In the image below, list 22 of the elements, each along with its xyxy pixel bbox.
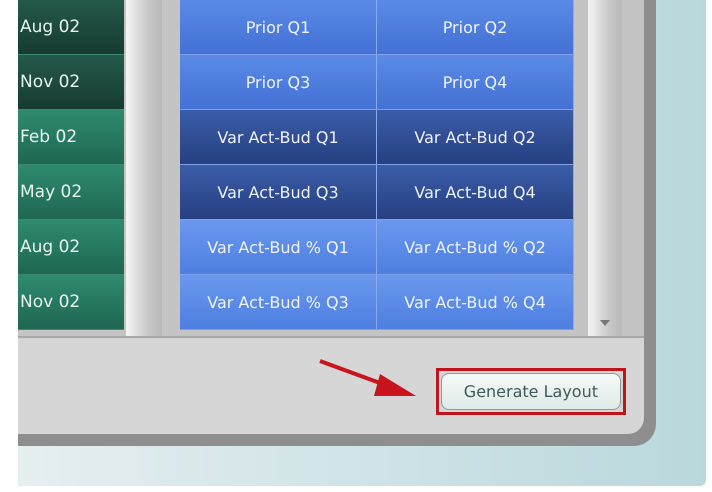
table-cell: Var Act-Bud % Q4	[377, 275, 574, 329]
period-cell: May 02	[18, 165, 124, 220]
table-cell: Var Act-Bud Q2	[377, 110, 574, 164]
table-cell: Var Act-Bud Q3	[180, 165, 377, 219]
table-cell: Var Act-Bud % Q2	[377, 220, 574, 274]
table-cell: Prior Q2	[377, 0, 574, 54]
table-cell: Var Act-Bud % Q1	[180, 220, 377, 274]
down-arrow-icon[interactable]	[600, 320, 610, 326]
table-cell: Var Act-Bud Q1	[180, 110, 377, 164]
period-cell: Nov 02	[18, 55, 124, 110]
period-cell: Nov 02	[18, 275, 124, 330]
scrollbar[interactable]	[588, 0, 622, 336]
table-cell: Prior Q1	[180, 0, 377, 54]
scrollbar[interactable]	[126, 0, 162, 336]
table-cell: Var Act-Bud % Q3	[180, 275, 377, 329]
table-cell: Prior Q3	[180, 55, 377, 109]
period-cell: Aug 02	[18, 0, 124, 55]
table-cell: Var Act-Bud Q4	[377, 165, 574, 219]
generate-layout-button[interactable]: Generate Layout	[440, 373, 621, 410]
period-cell: Aug 02	[18, 220, 124, 275]
table-cell: Prior Q4	[377, 55, 574, 109]
period-cell: Feb 02	[18, 110, 124, 165]
